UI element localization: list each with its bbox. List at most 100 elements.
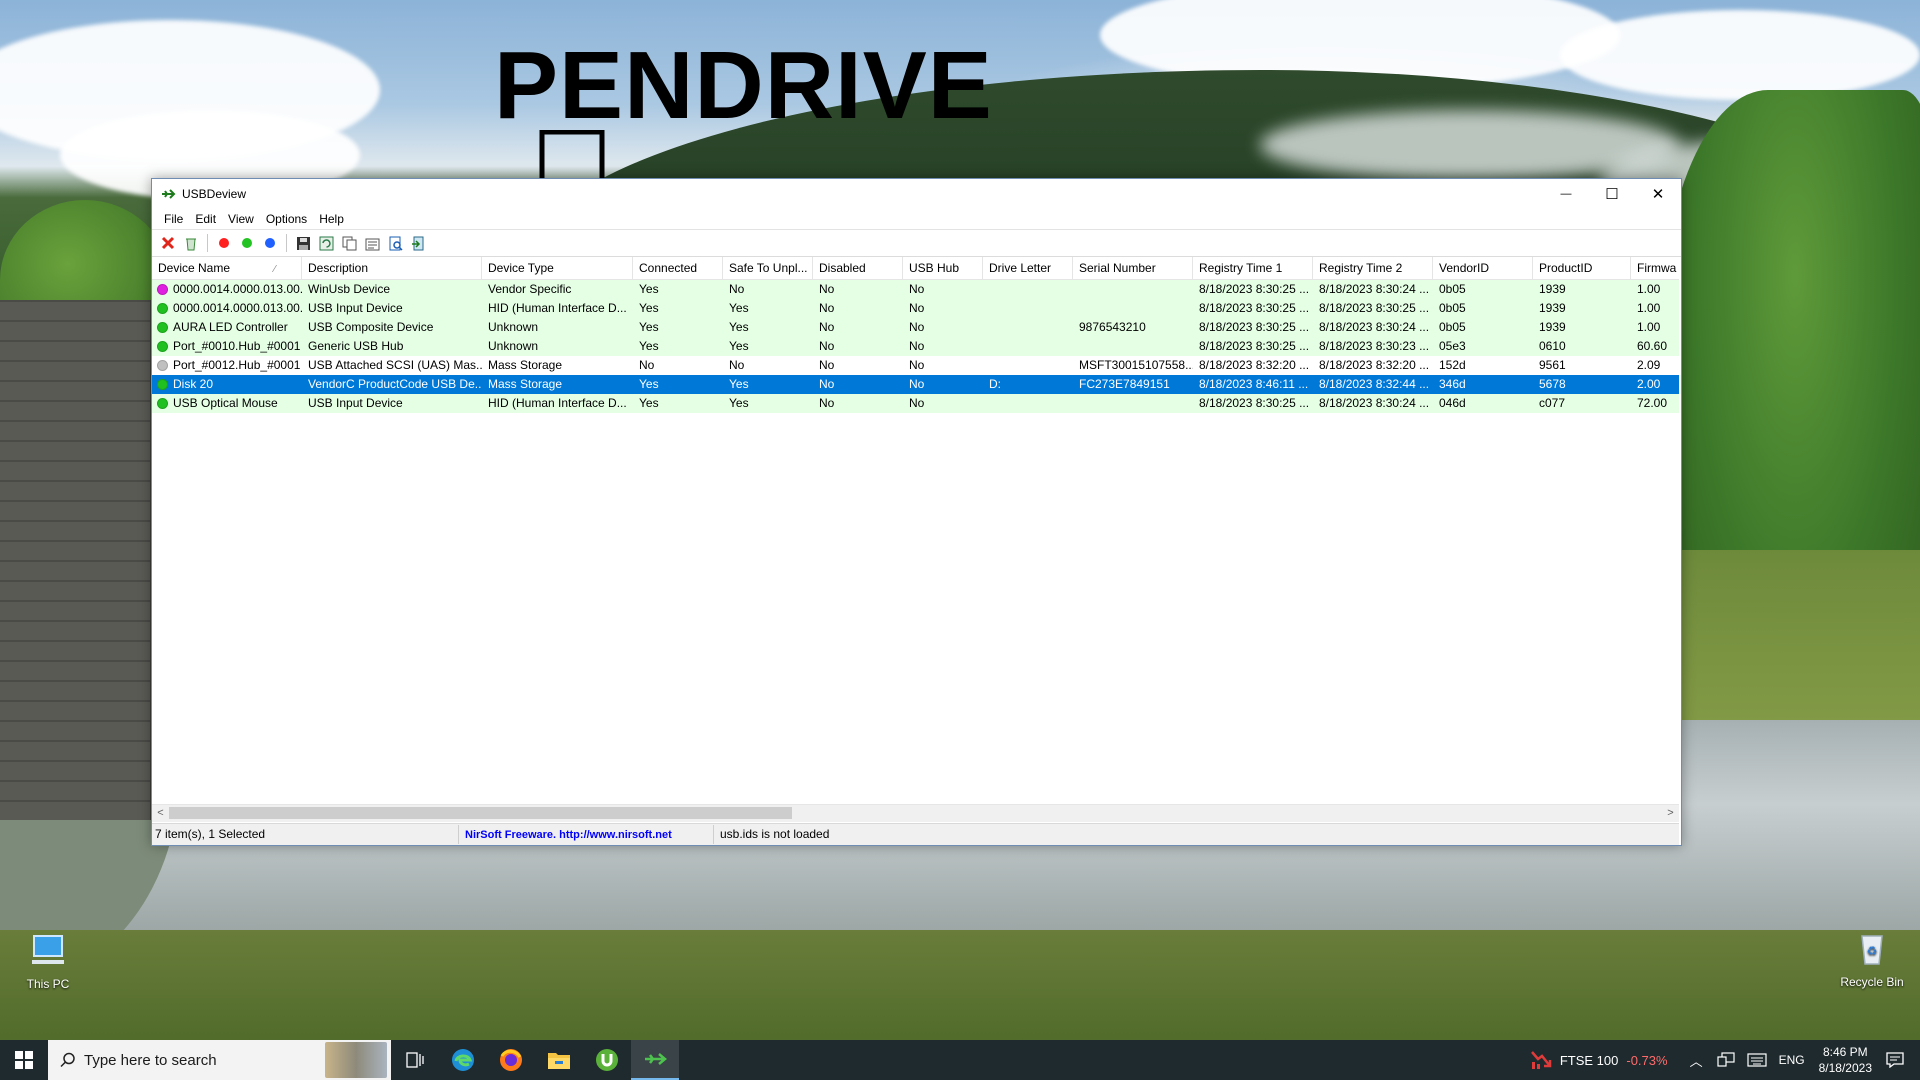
status-dot-icon bbox=[157, 341, 168, 352]
clock[interactable]: 8:46 PM 8/18/2023 bbox=[1819, 1044, 1872, 1076]
column-header-firmware[interactable]: Firmwa bbox=[1631, 257, 1679, 279]
cell-safe-to-unplug: Yes bbox=[729, 301, 749, 315]
refresh-icon bbox=[319, 236, 333, 250]
close-button[interactable]: ✕ bbox=[1635, 179, 1681, 209]
table-row[interactable]: AURA LED Controller USB Composite Device U… bbox=[152, 318, 1679, 337]
horizontal-scrollbar[interactable]: < > bbox=[152, 804, 1679, 822]
column-header-safe-to-unplug[interactable]: Safe To Unpl... bbox=[723, 257, 813, 279]
minimize-button[interactable]: — bbox=[1543, 179, 1589, 209]
cell-drive-letter bbox=[983, 318, 1073, 337]
scrollbar-thumb[interactable] bbox=[169, 807, 792, 819]
column-header-connected[interactable]: Connected bbox=[633, 257, 723, 279]
menu-edit[interactable]: Edit bbox=[189, 212, 222, 226]
menu-view[interactable]: View bbox=[222, 212, 260, 226]
column-header-vendor-id[interactable]: VendorID bbox=[1433, 257, 1533, 279]
menu-help[interactable]: Help bbox=[313, 212, 350, 226]
properties-button[interactable] bbox=[362, 233, 382, 253]
uninstall-icon bbox=[161, 236, 175, 250]
search-box[interactable]: Type here to search bbox=[48, 1040, 391, 1080]
file-explorer-button[interactable] bbox=[535, 1040, 583, 1080]
enable-disable-button[interactable] bbox=[260, 233, 280, 253]
cell-product-id: 5678 bbox=[1539, 377, 1566, 391]
cell-drive-letter: D: bbox=[989, 377, 1001, 391]
language-indicator[interactable]: ENG bbox=[1779, 1053, 1805, 1067]
table-row[interactable]: Port_#0012.Hub_#0001 USB Attached SCSI (U… bbox=[152, 356, 1679, 375]
menu-file[interactable]: File bbox=[158, 212, 189, 226]
column-header-registry-time-1[interactable]: Registry Time 1 bbox=[1193, 257, 1313, 279]
utorrent-button[interactable] bbox=[583, 1040, 631, 1080]
column-header-usb-hub[interactable]: USB Hub bbox=[903, 257, 983, 279]
refresh-button[interactable] bbox=[316, 233, 336, 253]
disable-button[interactable] bbox=[214, 233, 234, 253]
table-row[interactable]: USB Optical Mouse USB Input Device HID (Hu… bbox=[152, 394, 1679, 413]
save-button[interactable] bbox=[293, 233, 313, 253]
cell-device-type: Mass Storage bbox=[488, 377, 563, 391]
cell-description: USB Attached SCSI (UAS) Mas... bbox=[308, 358, 482, 372]
svg-text:♻: ♻ bbox=[1867, 944, 1878, 958]
menu-options[interactable]: Options bbox=[260, 212, 313, 226]
cell-vendor-id: 0b05 bbox=[1439, 282, 1466, 296]
exit-button[interactable] bbox=[408, 233, 428, 253]
cell-drive-letter bbox=[983, 299, 1073, 318]
device-list[interactable]: Device Name ⁄ Description Device Type Con… bbox=[152, 257, 1679, 801]
disconnect-button[interactable] bbox=[181, 233, 201, 253]
stock-ticker[interactable]: FTSE 100 -0.73% bbox=[1530, 1050, 1668, 1070]
scroll-right-icon[interactable]: > bbox=[1662, 805, 1679, 822]
table-row[interactable]: Disk 20 VendorC ProductCode USB De... Mass… bbox=[152, 375, 1679, 394]
column-header-device-name[interactable]: Device Name ⁄ bbox=[152, 257, 302, 279]
cloud bbox=[1560, 10, 1920, 100]
overlay-heading: PENDRIVE bbox=[494, 32, 993, 139]
desktop-icon-this-pc[interactable]: This PC bbox=[8, 930, 88, 991]
usbdeview-taskbar-button[interactable] bbox=[631, 1040, 679, 1080]
column-header-description[interactable]: Description bbox=[302, 257, 482, 279]
desktop-icon-recycle-bin[interactable]: ♻ Recycle Bin bbox=[1832, 928, 1912, 989]
start-button[interactable] bbox=[0, 1040, 48, 1080]
usbdeview-icon bbox=[645, 1053, 667, 1065]
cell-disabled: No bbox=[819, 396, 835, 410]
cell-vendor-id: 0b05 bbox=[1439, 301, 1466, 315]
firefox-button[interactable] bbox=[487, 1040, 535, 1080]
cell-registry-time-1: 8/18/2023 8:46:11 ... bbox=[1199, 377, 1309, 391]
network-icon[interactable] bbox=[1716, 1052, 1735, 1068]
cell-text: Disk 20 bbox=[173, 377, 214, 391]
column-header-registry-time-2[interactable]: Registry Time 2 bbox=[1313, 257, 1433, 279]
maximize-button[interactable]: ☐ bbox=[1589, 179, 1635, 209]
cell-text: 0000.0014.0000.013.00... bbox=[173, 301, 302, 315]
cell-registry-time-2: 8/18/2023 8:30:25 ... bbox=[1319, 301, 1430, 315]
enable-button[interactable] bbox=[237, 233, 257, 253]
html-report-button[interactable] bbox=[385, 233, 405, 253]
task-view-button[interactable] bbox=[391, 1040, 439, 1080]
task-view-icon bbox=[406, 1052, 424, 1068]
column-header-disabled[interactable]: Disabled bbox=[813, 257, 903, 279]
chevron-up-icon[interactable]: ︿ bbox=[1690, 1051, 1703, 1070]
column-header-drive-letter[interactable]: Drive Letter bbox=[983, 257, 1073, 279]
title-bar[interactable]: USBDeview — ☐ ✕ bbox=[152, 179, 1681, 209]
nirsoft-link[interactable]: NirSoft Freeware. http://www.nirsoft.net bbox=[465, 829, 672, 841]
cell-text: AURA LED Controller bbox=[173, 320, 288, 334]
notification-icon[interactable] bbox=[1886, 1052, 1904, 1068]
edge-button[interactable] bbox=[439, 1040, 487, 1080]
cell-vendor-id: 046d bbox=[1439, 396, 1466, 410]
cell-registry-time-2: 8/18/2023 8:30:23 ... bbox=[1319, 339, 1430, 353]
cell-serial-number: FC273E7849151 bbox=[1079, 377, 1170, 391]
cell-disabled: No bbox=[819, 301, 835, 315]
keyboard-icon[interactable] bbox=[1746, 1053, 1767, 1067]
copy-button[interactable] bbox=[339, 233, 359, 253]
column-header-serial-number[interactable]: Serial Number bbox=[1073, 257, 1193, 279]
red-dot-icon bbox=[219, 238, 229, 248]
column-header-product-id[interactable]: ProductID bbox=[1533, 257, 1631, 279]
cell-connected: Yes bbox=[639, 282, 659, 296]
cell-vendor-id: 05e3 bbox=[1439, 339, 1466, 353]
cell-registry-time-1: 8/18/2023 8:30:25 ... bbox=[1199, 320, 1310, 334]
uninstall-button[interactable] bbox=[158, 233, 178, 253]
table-row[interactable]: 0000.0014.0000.013.00... USB Input Device… bbox=[152, 299, 1679, 318]
cell-firmware: 2.09 bbox=[1637, 358, 1661, 372]
table-row[interactable]: 0000.0014.0000.013.00... WinUsb Device Ven… bbox=[152, 280, 1679, 299]
toolbar bbox=[152, 229, 1681, 257]
cell-text: 0000.0014.0000.013.00... bbox=[173, 282, 302, 296]
scroll-left-icon[interactable]: < bbox=[152, 805, 169, 822]
status-dot-icon bbox=[157, 303, 168, 314]
toolbar-separator bbox=[207, 234, 208, 252]
table-row[interactable]: Port_#0010.Hub_#0001 Generic USB Hub Unkno… bbox=[152, 337, 1679, 356]
column-header-device-type[interactable]: Device Type bbox=[482, 257, 633, 279]
